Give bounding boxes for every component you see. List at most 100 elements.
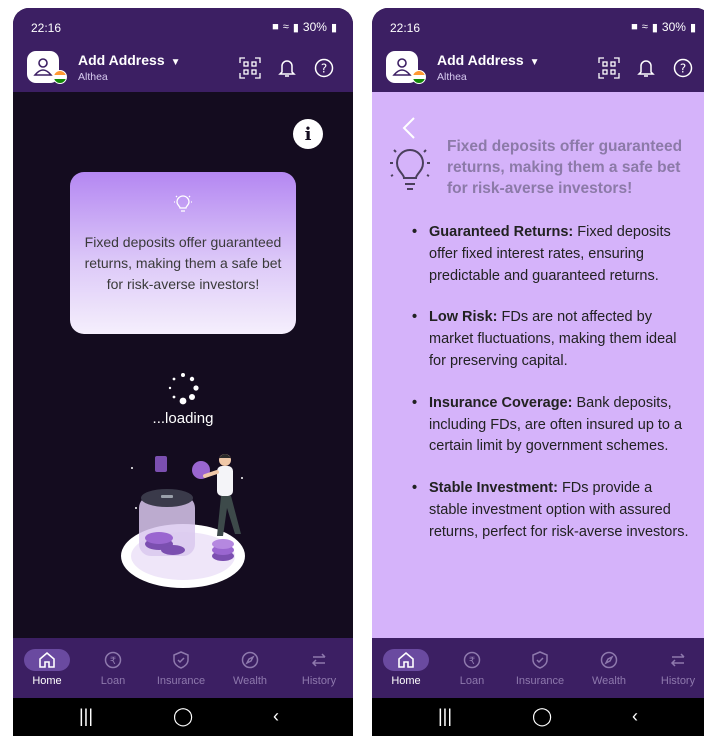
- headline-row: Fixed deposits offer guaranteed returns,…: [388, 136, 698, 206]
- headline-text: Fixed deposits offer guaranteed returns,…: [447, 138, 683, 197]
- user-name: Althea: [78, 71, 108, 83]
- nav-home[interactable]: Home: [13, 638, 81, 698]
- recents-icon[interactable]: |||: [79, 706, 93, 727]
- rupee-icon: ₹: [449, 649, 495, 671]
- swap-arrows-icon: [296, 649, 342, 671]
- recents-icon[interactable]: |||: [438, 706, 452, 727]
- tip-text: Fixed deposits offer guaranteed returns,…: [84, 234, 282, 292]
- nav-label: History: [660, 675, 696, 687]
- back-icon[interactable]: ‹: [273, 706, 279, 727]
- loading-spinner-icon: [168, 373, 199, 405]
- loading-text: ...loading: [152, 410, 214, 427]
- lightbulb-icon: [390, 149, 430, 190]
- compass-icon: [586, 649, 632, 671]
- help-icon[interactable]: ?: [312, 56, 336, 80]
- list-item: Guaranteed Returns: Fixed deposits offer…: [412, 222, 692, 287]
- nav-label: Home: [32, 675, 62, 687]
- signal-icon: ▮: [292, 21, 299, 34]
- bell-icon[interactable]: [634, 56, 658, 80]
- point-title: Low Risk:: [429, 309, 498, 326]
- wifi-icon: ≈: [641, 21, 648, 33]
- nav-label: Loan: [459, 675, 485, 687]
- nav-wealth[interactable]: Wealth: [575, 638, 643, 698]
- nav-insurance[interactable]: Insurance: [506, 638, 574, 698]
- wifi-icon: ≈: [282, 21, 289, 33]
- nav-history[interactable]: History: [644, 638, 704, 698]
- battery-icon: ▮: [689, 21, 696, 34]
- nav-label: Insurance: [156, 675, 206, 687]
- help-icon[interactable]: ?: [671, 56, 695, 80]
- tip-detail-content: Fixed deposits offer guaranteed returns,…: [372, 92, 704, 638]
- point-title: Guaranteed Returns:: [429, 224, 574, 240]
- loading-content: i Fixed deposits offer guaranteed return…: [13, 92, 353, 638]
- system-nav-bar: ||| ◯ ‹: [372, 698, 704, 736]
- point-title: Stable Investment:: [429, 480, 558, 497]
- shield-check-icon: [517, 649, 563, 671]
- nav-loan[interactable]: ₹ Loan: [438, 638, 506, 698]
- nav-loan[interactable]: ₹ Loan: [79, 638, 147, 698]
- phone-loading-screen: 22:16 ■ ≈ ▮ 30% ▮ Add Address ▼ Althea ? …: [13, 8, 353, 736]
- shield-check-icon: [158, 649, 204, 671]
- battery-icon: ▮: [330, 21, 337, 34]
- app-header: Add Address ▼ Althea ?: [13, 44, 353, 92]
- benefits-list: Guaranteed Returns: Fixed deposits offer…: [412, 222, 692, 564]
- savings-jar-illustration: [121, 454, 245, 588]
- nav-insurance[interactable]: Insurance: [147, 638, 215, 698]
- caret-down-icon: ▼: [529, 57, 540, 68]
- svg-text:₹: ₹: [469, 656, 475, 667]
- signal-icon: ▮: [651, 21, 658, 34]
- user-icon: [392, 58, 412, 76]
- bell-icon[interactable]: [275, 56, 299, 80]
- nav-label: Home: [391, 675, 421, 687]
- list-item: Stable Investment: FDs provide a stable …: [412, 478, 692, 543]
- address-title: Add Address: [437, 52, 524, 68]
- bottom-nav: Home ₹ Loan Insurance Wealth History: [372, 638, 704, 698]
- back-icon[interactable]: ‹: [632, 706, 638, 727]
- tip-card: Fixed deposits offer guaranteed returns,…: [70, 172, 296, 334]
- app-header: Add Address ▼ Althea ?: [372, 44, 704, 92]
- list-item: Low Risk: FDs are not affected by market…: [412, 307, 692, 372]
- battery-level: 30%: [661, 20, 686, 34]
- lock-icon: ■: [631, 21, 638, 33]
- svg-text:?: ?: [321, 62, 327, 76]
- status-time: 22:16: [390, 21, 421, 35]
- bottom-nav: Home ₹ Loan Insurance Wealth History: [13, 638, 353, 698]
- nav-label: History: [301, 675, 337, 687]
- home-icon: [383, 649, 429, 671]
- system-nav-bar: ||| ◯ ‹: [13, 698, 353, 736]
- user-name: Althea: [437, 71, 467, 83]
- nav-home[interactable]: Home: [372, 638, 440, 698]
- swap-arrows-icon: [655, 649, 701, 671]
- caret-down-icon: ▼: [170, 57, 181, 68]
- status-bar: 22:16 ■ ≈ ▮ 30% ▮: [372, 8, 704, 44]
- nav-wealth[interactable]: Wealth: [216, 638, 284, 698]
- home-icon: [24, 649, 70, 671]
- list-item: Insurance Coverage: Bank deposits, inclu…: [412, 393, 692, 458]
- home-circle-icon[interactable]: ◯: [173, 706, 193, 727]
- nav-label: Wealth: [232, 675, 268, 687]
- nav-label: Wealth: [591, 675, 627, 687]
- compass-icon: [227, 649, 273, 671]
- status-time: 22:16: [31, 21, 62, 35]
- nav-label: Insurance: [515, 675, 565, 687]
- address-title: Add Address: [78, 52, 165, 68]
- india-flag-icon: [53, 70, 67, 84]
- svg-text:₹: ₹: [110, 656, 116, 667]
- phone-detail-screen: 22:16 ■ ≈ ▮ 30% ▮ Add Address ▼ Althea ? …: [372, 8, 704, 736]
- nav-history[interactable]: History: [285, 638, 353, 698]
- address-selector[interactable]: Add Address ▼: [78, 52, 181, 68]
- rupee-icon: ₹: [90, 649, 136, 671]
- status-icons: ■ ≈ ▮ 30% ▮: [631, 20, 696, 34]
- qr-scan-icon[interactable]: [597, 56, 621, 80]
- address-selector[interactable]: Add Address ▼: [437, 52, 540, 68]
- status-bar: 22:16 ■ ≈ ▮ 30% ▮: [13, 8, 353, 44]
- battery-level: 30%: [302, 20, 327, 34]
- status-icons: ■ ≈ ▮ 30% ▮: [272, 20, 337, 34]
- user-icon: [33, 58, 53, 76]
- lightbulb-icon: [174, 195, 192, 212]
- nav-label: Loan: [100, 675, 126, 687]
- info-icon[interactable]: i: [293, 119, 323, 149]
- home-circle-icon[interactable]: ◯: [532, 706, 552, 727]
- qr-scan-icon[interactable]: [238, 56, 262, 80]
- lock-icon: ■: [272, 21, 279, 33]
